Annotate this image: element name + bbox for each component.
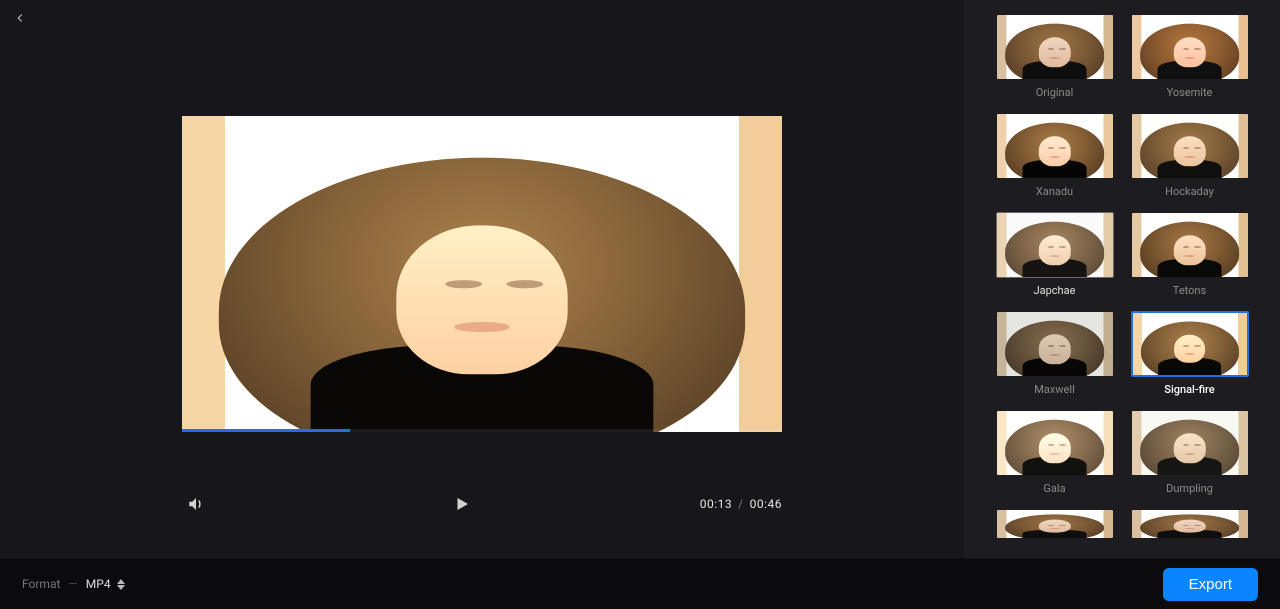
filter-thumbnail — [996, 410, 1114, 476]
filter-thumbnail — [1131, 113, 1249, 179]
filter-label: Yosemite — [1167, 86, 1213, 99]
filter-thumbnail — [1131, 212, 1249, 278]
volume-icon — [187, 495, 205, 513]
filter-item-maxwell[interactable]: Maxwell — [994, 311, 1115, 396]
filter-label: Original — [1036, 86, 1074, 99]
filter-thumbnail — [996, 113, 1114, 179]
filter-item-xanadu[interactable]: Xanadu — [994, 113, 1115, 198]
filter-thumbnail — [1131, 311, 1249, 377]
play-icon — [453, 495, 471, 513]
filter-thumbnail — [996, 509, 1114, 539]
filter-label: Tetons — [1173, 284, 1206, 297]
filter-item-gala[interactable]: Gala — [994, 410, 1115, 495]
time-separator: / — [738, 497, 743, 511]
video-preview[interactable] — [182, 116, 782, 432]
player-controls: 00:13 / 00:46 — [182, 490, 782, 558]
progress-fill — [182, 429, 350, 432]
chevron-left-icon — [13, 11, 27, 25]
volume-button[interactable] — [182, 490, 210, 518]
filter-label: Xanadu — [1036, 185, 1073, 198]
format-select[interactable]: MP4 — [86, 577, 125, 591]
duration: 00:46 — [750, 497, 782, 511]
play-button[interactable] — [448, 490, 476, 518]
filter-item-yosemite[interactable]: Yosemite — [1129, 14, 1250, 99]
filter-thumbnail — [1131, 509, 1249, 539]
footer-bar: Format — MP4 Export — [0, 558, 1280, 609]
filter-label: Hockaday — [1165, 185, 1214, 198]
filter-item-japchae[interactable]: Japchae — [994, 212, 1115, 297]
filter-label: Maxwell — [1034, 383, 1075, 396]
filter-item-dumpling[interactable]: Dumpling — [1129, 410, 1250, 495]
filter-item-original[interactable]: Original — [994, 14, 1115, 99]
filter-thumbnail — [1131, 14, 1249, 80]
filter-thumbnail — [996, 311, 1114, 377]
filter-item-hockaday[interactable]: Hockaday — [1129, 113, 1250, 198]
preview-stage — [0, 0, 964, 478]
filter-item-signal-fire[interactable]: Signal-fire — [1129, 311, 1250, 396]
filter-thumbnail — [996, 14, 1114, 80]
filter-label: Signal-fire — [1164, 383, 1214, 396]
filter-thumbnail — [1131, 410, 1249, 476]
filter-thumbnail — [996, 212, 1114, 278]
filter-label: Gala — [1043, 482, 1065, 495]
back-button[interactable] — [8, 6, 32, 30]
stepper-icon — [117, 579, 125, 590]
filter-label: Japchae — [1034, 284, 1076, 297]
filter-item-11[interactable] — [1129, 509, 1250, 539]
export-button[interactable]: Export — [1163, 568, 1258, 601]
format-value: MP4 — [86, 577, 111, 591]
format-dash: — — [68, 577, 77, 591]
progress-track[interactable] — [182, 429, 782, 432]
format-label: Format — [22, 577, 60, 591]
filter-label: Dumpling — [1166, 482, 1213, 495]
filters-panel[interactable]: Original Yosemite Xanadu Hockaday Japchae Tet… — [964, 0, 1280, 558]
filter-item-10[interactable] — [994, 509, 1115, 539]
current-time: 00:13 — [700, 497, 732, 511]
preview-pane: 00:13 / 00:46 — [0, 0, 964, 558]
filter-item-tetons[interactable]: Tetons — [1129, 212, 1250, 297]
